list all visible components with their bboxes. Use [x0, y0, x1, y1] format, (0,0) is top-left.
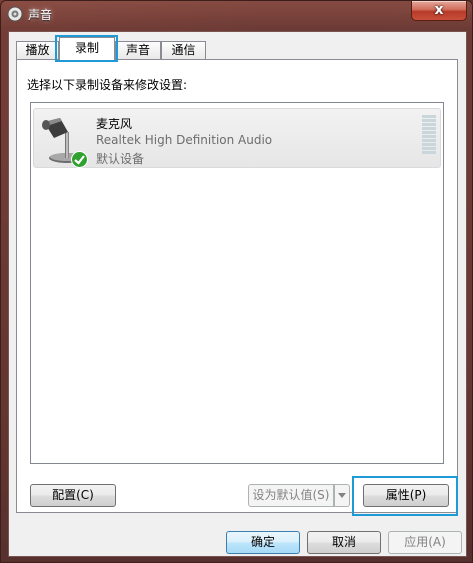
tab-recording[interactable]: 录制 [59, 37, 115, 60]
device-status: 默认设备 [96, 152, 145, 166]
set-default-button[interactable]: 设为默认值(S) [248, 484, 334, 507]
set-default-dropdown[interactable] [334, 484, 350, 507]
configure-button[interactable]: 配置(C) [30, 484, 116, 507]
apply-button[interactable]: 应用(A) [388, 531, 462, 554]
device-list[interactable]: 麦克风 Realtek High Definition Audio 默认设备 [30, 102, 444, 464]
tab-label: 录制 [74, 41, 99, 55]
list-item[interactable]: 麦克风 Realtek High Definition Audio 默认设备 [33, 108, 441, 168]
properties-button[interactable]: 属性(P) [363, 484, 449, 507]
tab-playback[interactable]: 播放 [16, 41, 59, 59]
tab-communications[interactable]: 通信 [161, 41, 206, 59]
checkmark-icon [71, 151, 88, 168]
device-name: 麦克风 [96, 117, 133, 131]
dialog-client-area: 播放 录制 声音 通信 选择以下录制设备来修改设置: 麦克风 Realtek H… [8, 31, 467, 557]
title-bar[interactable]: 声音 x [1, 1, 472, 27]
level-meter [422, 115, 436, 155]
chevron-down-icon [338, 493, 346, 498]
close-button[interactable]: x [411, 1, 467, 21]
tab-label: 播放 [25, 43, 50, 57]
tab-sounds[interactable]: 声音 [115, 41, 161, 59]
device-description: Realtek High Definition Audio [96, 133, 273, 147]
ok-button[interactable]: 确定 [226, 531, 300, 554]
tab-label: 声音 [125, 43, 150, 57]
cancel-button[interactable]: 取消 [307, 531, 381, 554]
close-icon: x [434, 2, 444, 18]
instruction-text: 选择以下录制设备来修改设置: [27, 78, 188, 92]
speaker-icon [7, 6, 23, 22]
tab-label: 通信 [171, 43, 196, 57]
window-title: 声音 [28, 8, 53, 22]
recording-panel: 选择以下录制设备来修改设置: 麦克风 Realtek High Definiti… [16, 59, 458, 516]
sound-dialog: 声音 x 播放 录制 声音 通信 选择以下录制设备来修改设置: 麦克风 Real… [0, 0, 473, 563]
